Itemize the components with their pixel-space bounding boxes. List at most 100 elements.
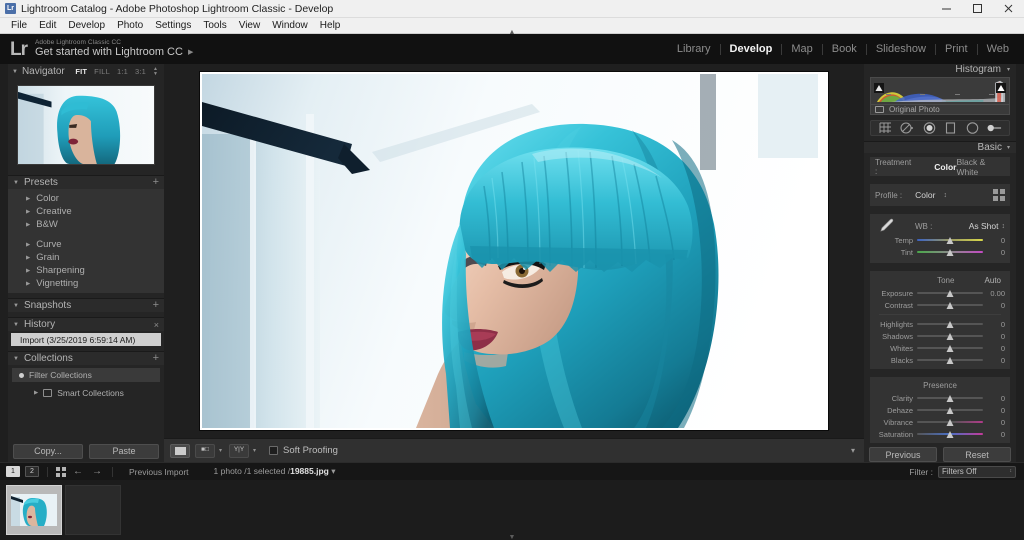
toolbar-collapse-icon[interactable]: ▾ xyxy=(851,446,858,455)
module-web[interactable]: Web xyxy=(978,43,1018,55)
saturation-slider-row[interactable]: Saturation 0 xyxy=(875,428,1005,440)
paste-button[interactable]: Paste xyxy=(89,444,159,459)
back-arrow-icon[interactable]: ← xyxy=(71,466,85,477)
get-started-link[interactable]: Get started with Lightroom CC ▶ xyxy=(35,47,193,59)
zoom-stepper-icon[interactable]: ▲▼ xyxy=(153,67,158,76)
profile-value[interactable]: Color xyxy=(915,190,935,200)
previous-button[interactable]: Previous xyxy=(869,447,937,462)
image-canvas[interactable] xyxy=(164,64,864,438)
add-preset-icon[interactable]: + xyxy=(153,177,159,188)
reset-button[interactable]: Reset xyxy=(943,447,1011,462)
filmstrip-thumbnail[interactable] xyxy=(6,485,62,535)
navigator-header[interactable]: ▼ Navigator FIT FILL 1:1 3:1 ▲▼ xyxy=(8,64,164,79)
temp-slider-row[interactable]: Temp 0 xyxy=(875,234,1005,246)
highlight-clipping-icon[interactable] xyxy=(996,80,1006,90)
preset-group-grain[interactable]: ▶ Grain xyxy=(8,251,164,264)
soft-proofing-checkbox[interactable] xyxy=(269,446,278,455)
preset-group-bw[interactable]: ▶ B&W xyxy=(8,218,164,231)
add-collection-icon[interactable]: + xyxy=(153,353,159,364)
profile-browser-icon[interactable] xyxy=(993,189,1005,201)
collections-header[interactable]: ▼ Collections + xyxy=(8,351,164,365)
clarity-slider-track[interactable] xyxy=(917,392,983,404)
chevron-down-icon[interactable]: ▾ xyxy=(251,447,258,454)
crop-overlay-icon[interactable] xyxy=(878,121,893,135)
auto-tone-button[interactable]: Auto xyxy=(985,276,1001,285)
highlights-slider-track[interactable] xyxy=(917,318,983,330)
blacks-slider-track[interactable] xyxy=(917,354,983,366)
filter-collections-row[interactable]: Filter Collections xyxy=(12,368,160,382)
screen-1-button[interactable]: 1 xyxy=(6,466,20,477)
screen-2-button[interactable]: 2 xyxy=(25,466,39,477)
red-eye-correction-icon[interactable] xyxy=(922,121,937,135)
shadow-clipping-icon[interactable] xyxy=(874,80,884,90)
contrast-slider-row[interactable]: Contrast 0 xyxy=(875,299,1005,311)
wb-value[interactable]: As Shot xyxy=(969,221,999,231)
histogram-graph[interactable] xyxy=(870,77,1010,105)
history-entry[interactable]: Import (3/25/2019 6:59:14 AM) xyxy=(11,333,161,346)
temp-slider-track[interactable] xyxy=(917,234,983,246)
graduated-filter-icon[interactable] xyxy=(943,121,958,135)
tint-slider-row[interactable]: Tint 0 xyxy=(875,246,1005,258)
module-print[interactable]: Print xyxy=(936,43,977,55)
identity-plate[interactable]: Adobe Lightroom Classic CC Get started w… xyxy=(35,40,193,58)
before-after-icon[interactable]: ■□ xyxy=(195,444,215,458)
wb-stepper-icon[interactable]: ↕ xyxy=(1002,223,1006,230)
shadows-slider-row[interactable]: Shadows 0 xyxy=(875,330,1005,342)
presets-header[interactable]: ▼ Presets + xyxy=(8,175,164,189)
shadows-slider-track[interactable] xyxy=(917,330,983,342)
forward-arrow-icon[interactable]: → xyxy=(90,466,104,477)
whites-slider-track[interactable] xyxy=(917,342,983,354)
maximize-icon[interactable] xyxy=(962,0,993,18)
bottom-panel-toggle[interactable]: ▼ xyxy=(0,534,1024,540)
preset-group-vignetting[interactable]: ▶ Vignetting xyxy=(8,277,164,290)
whites-slider-row[interactable]: Whites 0 xyxy=(875,342,1005,354)
minimize-icon[interactable] xyxy=(931,0,962,18)
snapshots-header[interactable]: ▼ Snapshots + xyxy=(8,298,164,312)
module-book[interactable]: Book xyxy=(823,43,866,55)
saturation-slider-track[interactable] xyxy=(917,428,983,440)
grid-view-icon[interactable] xyxy=(56,467,66,477)
preset-group-curve[interactable]: ▶ Curve xyxy=(8,238,164,251)
module-library[interactable]: Library xyxy=(668,43,720,55)
treatment-color-option[interactable]: Color xyxy=(934,162,956,172)
navigator-preview[interactable] xyxy=(17,85,155,165)
spot-removal-icon[interactable] xyxy=(900,121,915,135)
filter-dropdown[interactable]: Filters Off ↕ xyxy=(938,466,1016,478)
vibrance-slider-track[interactable] xyxy=(917,416,983,428)
white-balance-selector-icon[interactable] xyxy=(875,217,897,235)
contrast-slider-track[interactable] xyxy=(917,299,983,311)
dehaze-slider-track[interactable] xyxy=(917,404,983,416)
zoom-1-1[interactable]: 1:1 xyxy=(117,67,128,76)
history-header[interactable]: ▼ History × xyxy=(8,317,164,331)
source-label[interactable]: Previous Import xyxy=(129,467,189,477)
exposure-slider-row[interactable]: Exposure 0.00 xyxy=(875,287,1005,299)
profile-stepper-icon[interactable]: ↕ xyxy=(943,192,947,199)
histogram-header[interactable]: Histogram ▾ xyxy=(864,64,1016,75)
top-panel-toggle[interactable]: ▲ xyxy=(0,30,1024,35)
smart-collections-row[interactable]: ▶ Smart Collections xyxy=(12,386,160,400)
dehaze-slider-row[interactable]: Dehaze 0 xyxy=(875,404,1005,416)
module-develop[interactable]: Develop xyxy=(721,43,782,55)
zoom-fill[interactable]: FILL xyxy=(94,67,110,76)
filename-caret-icon[interactable]: ▾ xyxy=(331,466,335,476)
preset-group-creative[interactable]: ▶ Creative xyxy=(8,205,164,218)
zoom-fit[interactable]: FIT xyxy=(75,67,87,76)
exposure-slider-track[interactable] xyxy=(917,287,983,299)
module-slideshow[interactable]: Slideshow xyxy=(867,43,935,55)
radial-filter-icon[interactable] xyxy=(965,121,980,135)
basic-panel-header[interactable]: Basic ▾ xyxy=(864,141,1016,153)
close-icon[interactable] xyxy=(993,0,1024,18)
add-snapshot-icon[interactable]: + xyxy=(153,300,159,311)
loupe-view-icon[interactable] xyxy=(170,444,190,458)
blacks-slider-row[interactable]: Blacks 0 xyxy=(875,354,1005,366)
adjustment-brush-icon[interactable] xyxy=(987,121,1002,135)
highlights-slider-row[interactable]: Highlights 0 xyxy=(875,318,1005,330)
clear-history-icon[interactable]: × xyxy=(154,320,159,330)
develop-photo[interactable] xyxy=(202,74,826,428)
chevron-down-icon[interactable]: ▾ xyxy=(217,447,224,454)
copy-button[interactable]: Copy... xyxy=(13,444,83,459)
vibrance-slider-row[interactable]: Vibrance 0 xyxy=(875,416,1005,428)
tint-slider-track[interactable] xyxy=(917,246,983,258)
preset-group-color[interactable]: ▶ Color xyxy=(8,192,164,205)
current-filename[interactable]: 19885.jpg xyxy=(290,466,329,476)
